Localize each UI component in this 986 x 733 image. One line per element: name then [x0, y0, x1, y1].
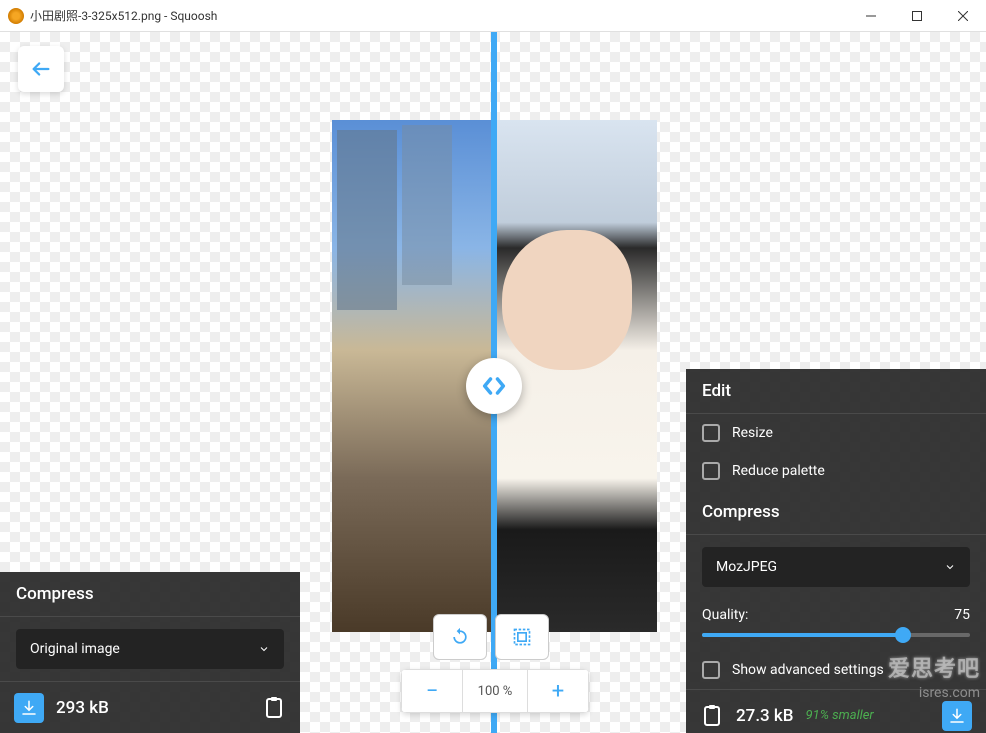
savings-percentage: 91% smaller — [806, 708, 874, 723]
left-compress-heading: Compress — [0, 572, 300, 617]
quality-slider-thumb[interactable] — [895, 627, 911, 643]
left-codec-select[interactable]: Original image — [16, 629, 284, 669]
copy-icon[interactable] — [262, 696, 286, 720]
quality-slider[interactable] — [702, 633, 970, 637]
rotate-icon — [450, 627, 470, 647]
resize-checkbox[interactable] — [702, 424, 720, 442]
comparison-handle[interactable] — [466, 358, 522, 414]
maximize-button[interactable] — [894, 0, 940, 32]
copy-icon[interactable] — [700, 704, 724, 728]
left-codec-label: Original image — [30, 641, 120, 657]
back-button[interactable] — [18, 46, 64, 92]
resize-checkbox-row[interactable]: Resize — [686, 414, 986, 452]
close-button[interactable] — [940, 0, 986, 32]
left-footer: 293 kB — [0, 681, 300, 733]
edit-heading: Edit — [686, 369, 986, 414]
left-download-button[interactable] — [14, 693, 44, 723]
reduce-palette-checkbox-row[interactable]: Reduce palette — [686, 452, 986, 490]
zoom-out-button[interactable]: − — [401, 669, 463, 713]
app-icon — [8, 8, 24, 24]
chevron-down-icon — [944, 561, 956, 573]
chevron-down-icon — [258, 643, 270, 655]
arrow-left-icon — [30, 58, 52, 80]
right-panel: Edit Resize Reduce palette Compress MozJ… — [686, 369, 986, 733]
right-file-size: 27.3 kB — [736, 706, 794, 726]
right-compress-heading: Compress — [686, 490, 986, 535]
workspace: − 100 % + Compress Original image 293 kB… — [0, 32, 986, 733]
zoom-controls: − 100 % + — [401, 669, 589, 713]
advanced-settings-row[interactable]: Show advanced settings — [686, 651, 986, 689]
quality-label: Quality: — [702, 607, 748, 623]
window-title: 小田剧照-3-325x512.png - Squoosh — [30, 7, 848, 24]
zoom-value[interactable]: 100 % — [463, 669, 527, 713]
quality-value[interactable]: 75 — [954, 607, 970, 623]
advanced-settings-checkbox[interactable] — [702, 661, 720, 679]
transparency-icon — [512, 627, 532, 647]
minimize-button[interactable] — [848, 0, 894, 32]
download-icon — [20, 699, 38, 717]
right-codec-select[interactable]: MozJPEG — [702, 547, 970, 587]
reduce-palette-label: Reduce palette — [732, 463, 825, 479]
download-icon — [948, 707, 966, 725]
left-panel: Compress Original image 293 kB — [0, 572, 300, 733]
zoom-in-button[interactable]: + — [527, 669, 589, 713]
right-codec-label: MozJPEG — [716, 559, 777, 575]
advanced-settings-label: Show advanced settings — [732, 662, 884, 678]
left-file-size: 293 kB — [56, 698, 109, 718]
right-download-button[interactable] — [942, 701, 972, 731]
background-toggle-button[interactable] — [495, 614, 549, 660]
rotate-button[interactable] — [433, 614, 487, 660]
reduce-palette-checkbox[interactable] — [702, 462, 720, 480]
compare-arrows-icon — [480, 372, 508, 400]
resize-label: Resize — [732, 425, 773, 441]
right-footer: 27.3 kB 91% smaller — [686, 689, 986, 733]
window-titlebar: 小田剧照-3-325x512.png - Squoosh — [0, 0, 986, 32]
